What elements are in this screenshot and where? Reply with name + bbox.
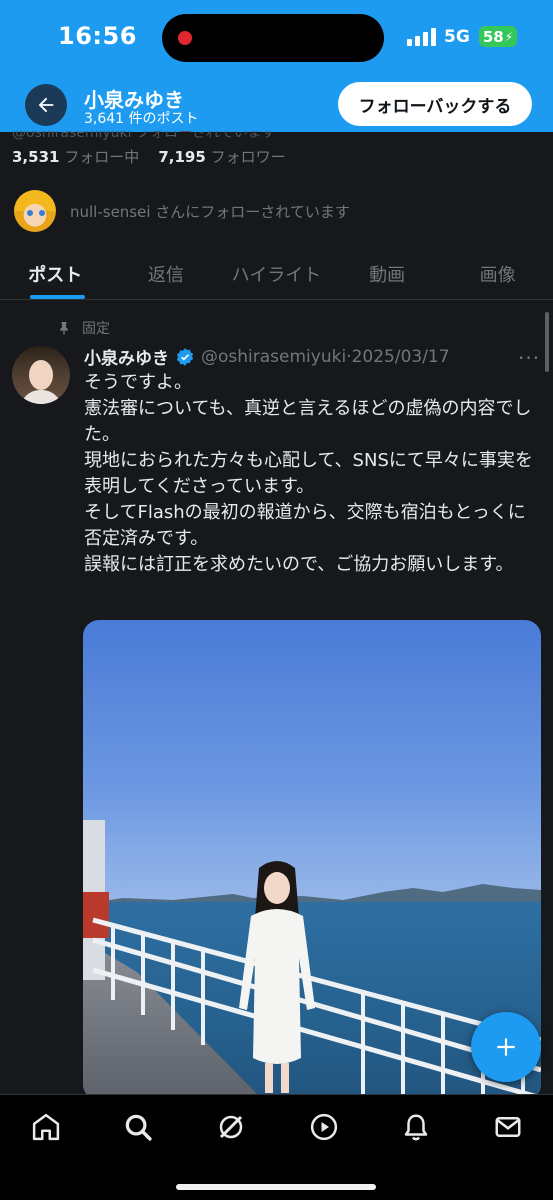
top-header: 16:56 5G 58 ⚡ 小泉みゆき 3,641 件のポスト フォローバックする	[0, 0, 553, 132]
pin-icon	[60, 322, 68, 335]
pinned-label: 固定	[82, 321, 110, 337]
pinned-indicator: 固定	[56, 318, 110, 338]
tab-images[interactable]: 画像	[442, 248, 553, 299]
post-line: 誤報には訂正を求めたいので、ご協力お願いします。	[84, 554, 514, 575]
back-button[interactable]	[25, 84, 67, 126]
post-line: 現地におられた方々も心配して、SNSにて早々に事実を表明してくださっています。	[84, 450, 533, 497]
signal-icon	[407, 28, 437, 46]
home-icon[interactable]	[28, 1109, 64, 1145]
faded-handle-line: @oshirasemiyuki フォローされています	[12, 131, 276, 141]
back-arrow-icon	[38, 97, 54, 113]
post-date[interactable]: 2025/03/17	[352, 347, 450, 367]
post-header: 小泉みゆき @oshirasemiyuki · 2025/03/17	[84, 344, 450, 370]
battery-level: 58	[482, 27, 504, 46]
follower-avatar	[14, 190, 56, 232]
dynamic-island	[162, 14, 384, 62]
followed-by-row[interactable]: null-sensei さんにフォローされています	[14, 190, 350, 232]
tab-replies[interactable]: 返信	[111, 248, 222, 299]
search-icon[interactable]	[120, 1109, 156, 1145]
recording-indicator	[178, 31, 192, 45]
battery-icon: 58 ⚡	[479, 26, 517, 47]
profile-tabs: ポスト 返信 ハイライト 動画 画像	[0, 248, 553, 300]
messages-icon[interactable]	[490, 1109, 526, 1145]
followers-link[interactable]: 7,195 フォロワー	[158, 148, 285, 166]
follow-stats: 3,531 フォロー中 7,195 フォロワー	[12, 146, 286, 167]
post-count: 3,641 件のポスト	[84, 111, 199, 127]
post-line: そしてFlashの最初の報道から、交際も宿泊もとっくに否定済みです。	[84, 502, 526, 549]
network-type: 5G	[444, 27, 470, 47]
compose-button[interactable]	[471, 1012, 541, 1082]
tab-posts[interactable]: ポスト	[0, 248, 111, 299]
scrollbar[interactable]	[545, 312, 549, 372]
tab-highlights[interactable]: ハイライト	[221, 248, 332, 299]
video-icon[interactable]	[306, 1109, 342, 1145]
post-line: そうですよ。	[84, 372, 192, 393]
notifications-icon[interactable]	[398, 1109, 434, 1145]
post-author-name[interactable]: 小泉みゆき	[84, 344, 169, 369]
follow-back-button[interactable]: フォローバックする	[338, 82, 532, 126]
plus-icon	[497, 1038, 515, 1056]
status-time: 16:56	[58, 22, 137, 50]
post-image[interactable]	[83, 620, 541, 1100]
follower-username: null-sensei	[70, 202, 151, 221]
grok-icon[interactable]	[213, 1109, 249, 1145]
tab-videos[interactable]: 動画	[332, 248, 443, 299]
post-line: 憲法審についても、真逆と言えるほどの虚偽の内容でした。	[84, 398, 532, 445]
person-in-white-dress	[239, 861, 315, 1093]
post-text: そうですよ。 憲法審についても、真逆と言えるほどの虚偽の内容でした。 現地におら…	[84, 370, 534, 578]
avatar[interactable]	[12, 346, 70, 404]
home-indicator[interactable]	[176, 1184, 376, 1190]
following-link[interactable]: 3,531 フォロー中	[12, 148, 139, 166]
post-author-handle[interactable]: @oshirasemiyuki	[201, 347, 346, 367]
verified-badge-icon	[176, 347, 194, 366]
more-options-icon[interactable]: ···	[518, 346, 540, 370]
